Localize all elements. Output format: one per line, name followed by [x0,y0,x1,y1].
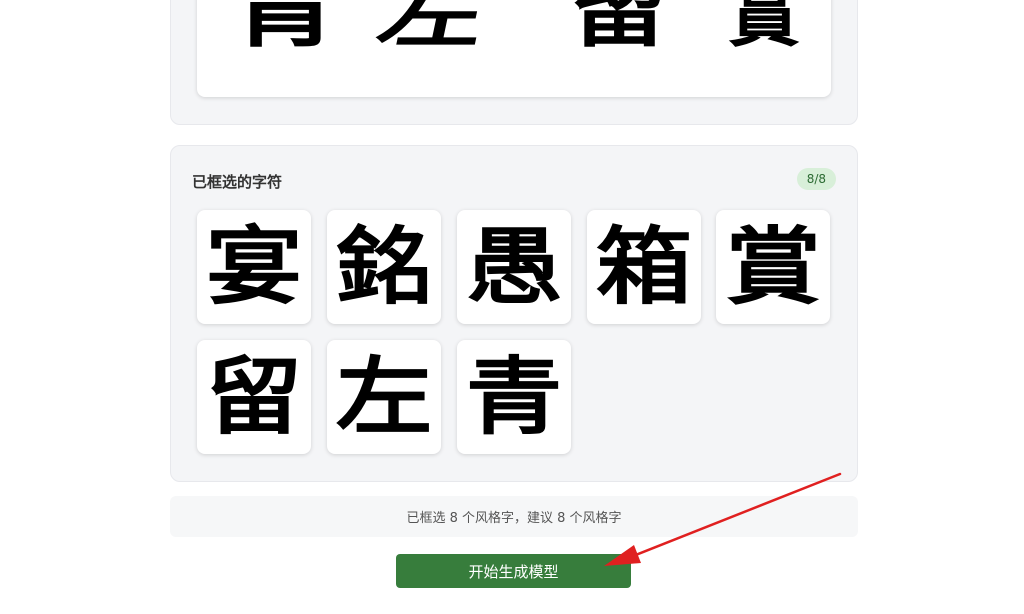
preview-char: 賞 [727,0,801,57]
character-tile[interactable]: 留 [197,340,311,454]
character-glyph: 留 [205,347,303,446]
character-tile[interactable]: 賞 [716,210,830,324]
character-glyph: 賞 [724,217,822,316]
selected-characters-panel: 已框选的字符 8/8 宴 銘 愚 箱 賞 留 左 青 [170,145,858,482]
character-tile[interactable]: 左 [327,340,441,454]
page: 青 左 留 賞 已框选的字符 8/8 宴 銘 愚 箱 賞 留 左 青 已框选 8… [0,0,1024,614]
character-tile[interactable]: 箱 [587,210,701,324]
character-tile[interactable]: 愚 [457,210,571,324]
character-tile[interactable]: 銘 [327,210,441,324]
preview-char: 留 [569,0,669,58]
character-glyph: 青 [465,347,563,446]
start-generate-model-button[interactable]: 开始生成模型 [396,554,631,588]
preview-canvas: 青 左 留 賞 [197,0,831,97]
character-glyph: 愚 [465,217,563,316]
selection-status: 已框选 8 个风格字，建议 8 个风格字 [170,496,858,537]
preview-char: 青 [229,0,341,59]
section-title: 已框选的字符 [192,173,283,191]
character-tile[interactable]: 宴 [197,210,311,324]
preview-panel: 青 左 留 賞 [170,0,858,125]
count-badge: 8/8 [796,168,836,190]
character-glyph: 左 [335,347,433,446]
character-glyph: 箱 [595,217,693,316]
character-tile[interactable]: 青 [457,340,571,454]
character-glyph: 銘 [335,217,433,316]
preview-char: 左 [370,0,494,57]
character-glyph: 宴 [205,217,303,316]
